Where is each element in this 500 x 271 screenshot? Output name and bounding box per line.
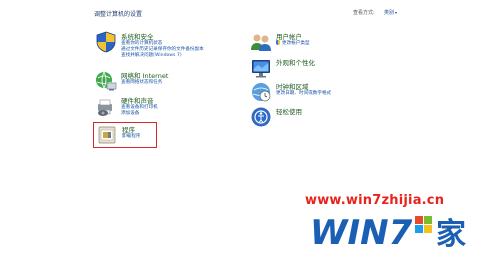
logo-suffix: 家	[436, 217, 466, 252]
shield-icon[interactable]	[95, 31, 117, 53]
view-by-label: 查看方式:	[353, 10, 375, 16]
category-title[interactable]: 外观和个性化	[276, 57, 315, 67]
category-hardware-sound: 硬件和声音 查看设备和打印机 添加设备	[95, 95, 245, 119]
category-appearance: 外观和个性化	[250, 57, 400, 79]
category-network-internet: 网络和 Internet 查看网络状态和任务	[95, 70, 245, 92]
category-user-accounts: 用户帐户 更改帐户类型	[250, 31, 400, 53]
link-change-date-format[interactable]: 更改日期、时间或数字格式	[276, 90, 331, 96]
category-clock-region: 时钟和区域 更改日期、时间或数字格式	[250, 81, 400, 103]
clock-globe-icon[interactable]	[250, 81, 272, 103]
ease-of-access-icon[interactable]	[250, 106, 272, 128]
link-network-status[interactable]: 查看网络状态和任务	[121, 79, 162, 85]
logo-text: WIN7	[310, 213, 413, 253]
users-icon[interactable]	[250, 31, 272, 53]
page-title: 调整计算机的设置	[94, 11, 143, 18]
monitor-icon[interactable]	[250, 57, 272, 79]
printer-speaker-icon[interactable]	[95, 95, 117, 117]
category-system-security: 系统和安全 查看你的计算机状态 通过文件历史记录保存你的文件备份副本 查找并解决…	[95, 31, 245, 67]
link-troubleshoot[interactable]: 查找并解决问题(Windows 7)	[121, 52, 182, 58]
uac-shield-icon	[276, 40, 280, 45]
view-by-dropdown[interactable]: 类别▾	[384, 9, 397, 16]
link-change-account-type[interactable]: 更改帐户类型	[276, 40, 310, 46]
category-title[interactable]: 轻松使用	[276, 106, 302, 116]
category-ease-of-access: 轻松使用	[250, 106, 400, 128]
link-add-device[interactable]: 添加设备	[121, 110, 139, 116]
win7-logo: WIN7 家	[290, 206, 470, 256]
globe-network-icon[interactable]	[95, 70, 117, 92]
programs-highlight-box	[93, 122, 157, 148]
link-label: 更改帐户类型	[282, 41, 310, 46]
chevron-down-icon: ▾	[395, 10, 398, 15]
view-by-value: 类别	[384, 10, 395, 16]
